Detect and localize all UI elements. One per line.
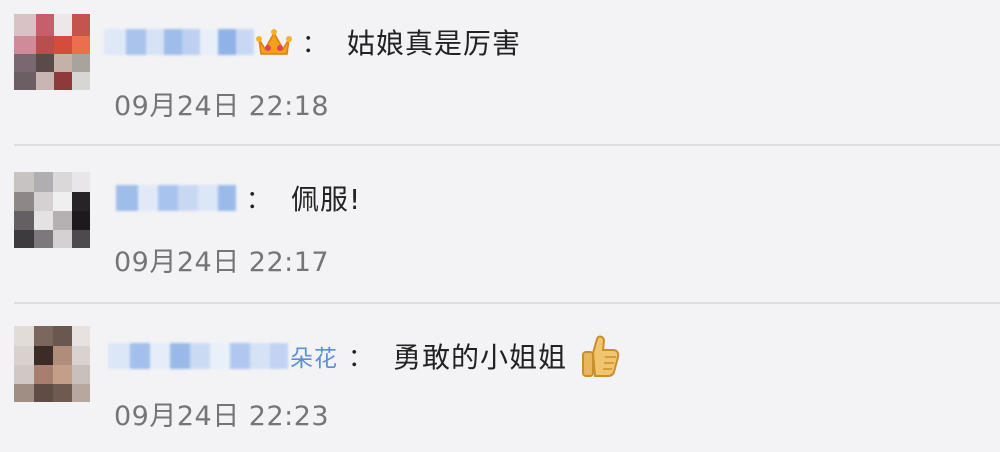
comment-text: 勇敢的小姐姐 [393, 341, 568, 374]
comment-item: ： 姑娘真是厉害 09月24日 22:18 [0, 0, 1000, 144]
avatar[interactable] [14, 14, 90, 90]
author-name[interactable] [116, 185, 236, 211]
colon: ： [348, 343, 374, 372]
comment-line: 朵花 ： 勇敢的小姐姐 [108, 334, 621, 378]
comment-text: 姑娘真是厉害 [347, 27, 522, 60]
author-name[interactable] [108, 343, 288, 369]
author-name[interactable] [104, 29, 254, 55]
comment-time: 09月24日 22:23 [114, 401, 330, 432]
comment-line: ： 姑娘真是厉害 [104, 20, 521, 64]
comment-line: ： 佩服! [116, 176, 361, 220]
avatar[interactable] [14, 172, 90, 248]
colon: ： [246, 185, 272, 214]
author-name-visible[interactable]: 朵花 [290, 339, 338, 373]
thumbs-up-icon [582, 335, 620, 377]
comment-text: 佩服! [291, 183, 362, 216]
comment-time: 09月24日 22:17 [114, 247, 330, 278]
comment-time: 09月24日 22:18 [114, 91, 330, 122]
avatar[interactable] [14, 326, 90, 402]
comment-item: 朵花 ： 勇敢的小姐姐 09月24日 22:23 [0, 304, 1000, 452]
comment-item: ： 佩服! 09月24日 22:17 [0, 146, 1000, 302]
crown-icon [256, 29, 292, 55]
colon: ： [302, 29, 328, 58]
